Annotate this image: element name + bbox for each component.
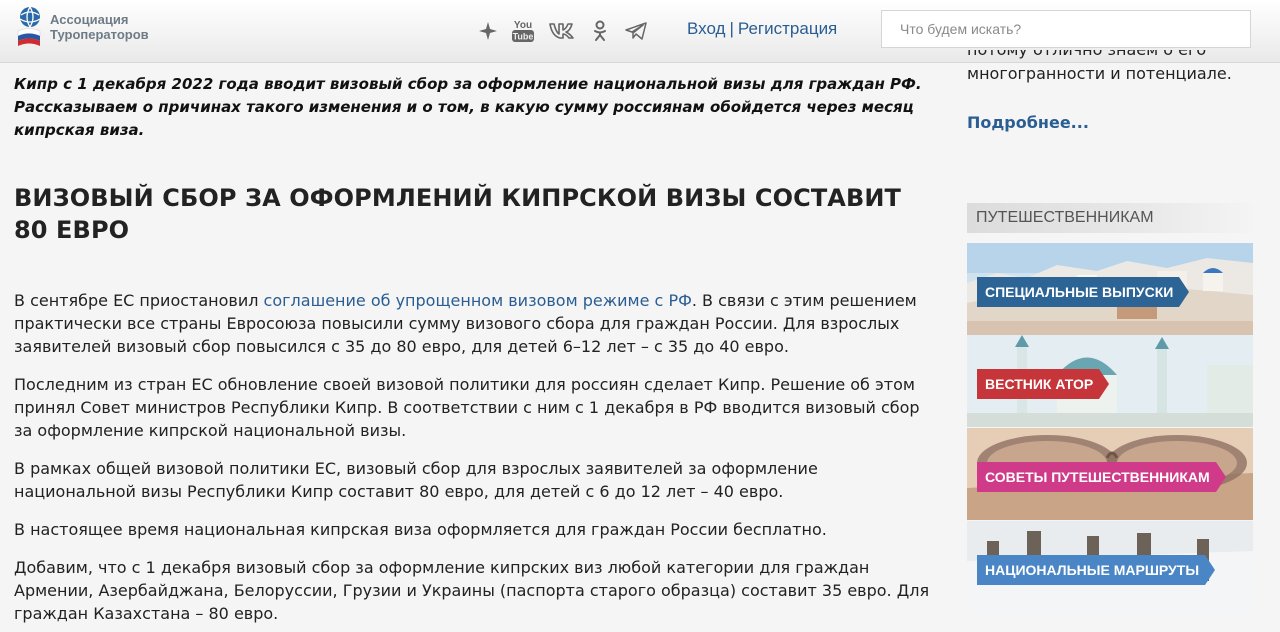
card-label-traveler-tips: Советы путешественникам (977, 462, 1226, 492)
paragraph-3: В рамках общей визовой политики ЕС, визо… (14, 459, 818, 501)
logo-line-2: Туроператоров (50, 27, 149, 42)
paragraph-1: В сентябре ЕС приостановил соглашение об… (14, 289, 934, 358)
card-national-routes[interactable]: Национальные маршруты (967, 521, 1253, 613)
paragraph-5: Добавим, что с 1 декабря визовый сбор за… (14, 558, 930, 623)
paragraph-1-start: В сентябре ЕС приостановил (14, 291, 264, 310)
sparkle-icon[interactable] (476, 18, 500, 44)
article: Кипр с 1 декабря 2022 года вводит визовы… (14, 62, 934, 625)
auth-links: Вход | Регистрация (687, 19, 837, 39)
logo-text: Ассоциация Туроператоров (50, 12, 149, 42)
card-special-issues[interactable]: Специальные выпуски (967, 243, 1253, 335)
register-link[interactable]: Регистрация (738, 19, 837, 39)
card-traveler-tips[interactable]: Советы путешественникам (967, 428, 1253, 520)
login-link[interactable]: Вход (687, 19, 725, 39)
article-heading: ВИЗОВЫЙ СБОР ЗА ОФОРМЛЕНИЙ КИПРСКОЙ ВИЗЫ… (14, 184, 902, 244)
more-link[interactable]: Подробнее... (967, 113, 1089, 132)
article-lead: Кипр с 1 декабря 2022 года вводит визовы… (14, 75, 922, 139)
visa-agreement-link[interactable]: соглашение об упрощенном визовом режиме … (264, 291, 692, 310)
card-label-national-routes: Национальные маршруты (977, 555, 1216, 585)
site-logo[interactable]: Ассоциация Туроператоров (14, 5, 184, 55)
logo-line-1: Ассоциация (50, 12, 129, 27)
card-label-ator-bulletin: Вестник АТОР (977, 369, 1110, 399)
youtube-text-bottom: Tube (513, 32, 534, 42)
paragraph-4: В настоящее время национальная кипрская … (14, 520, 827, 539)
telegram-icon[interactable] (623, 18, 649, 44)
sidebar-text-cut: потому отлично знаем о его (967, 50, 1267, 61)
card-ator-bulletin[interactable]: Вестник АТОР (967, 335, 1253, 427)
paragraph-2: Последним из стран ЕС обновление своей в… (14, 375, 920, 440)
globe-flag-icon (17, 6, 41, 46)
sidebar-text-line2: многогранности и потенциале. (967, 64, 1232, 83)
auth-separator: | (729, 19, 734, 38)
sidebar-text: потому отлично знаем о его многогранност… (967, 50, 1267, 85)
sidebar-text-cut-wrap: потому отлично знаем о его (967, 50, 1267, 61)
section-title-travelers: Путешественникам (967, 203, 1253, 233)
vk-icon[interactable] (548, 18, 576, 44)
youtube-text-top: You (514, 20, 532, 31)
card-label-special-issues: Специальные выпуски (977, 277, 1190, 307)
search-input[interactable] (881, 10, 1251, 48)
youtube-icon[interactable]: You Tube (511, 18, 535, 44)
odnoklassniki-icon[interactable] (590, 18, 610, 44)
